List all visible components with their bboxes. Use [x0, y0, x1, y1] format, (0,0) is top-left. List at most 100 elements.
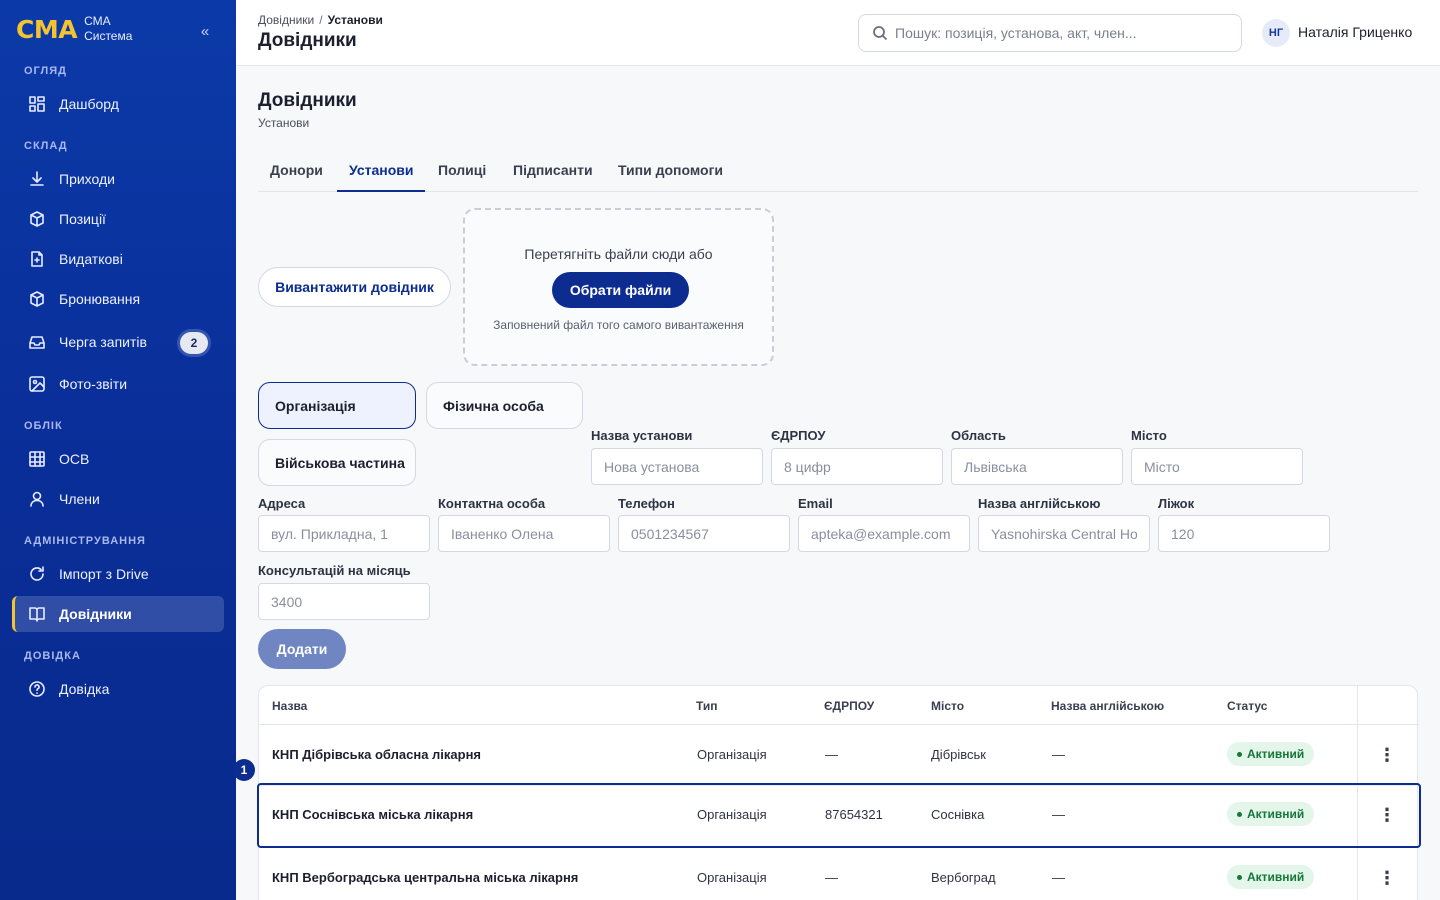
type-organization-button[interactable]: Організація: [258, 382, 416, 429]
row-menu-icon[interactable]: ⋮: [1375, 802, 1399, 828]
book-icon: [28, 605, 46, 623]
phone-input[interactable]: [618, 515, 790, 552]
tabs: Донори Установи Полиці Підписанти Типи д…: [258, 152, 1418, 192]
cell-name-en: —: [1052, 807, 1065, 822]
sidebar-item-directories[interactable]: Довідники: [12, 596, 224, 632]
box-icon: [28, 290, 46, 308]
choose-files-button[interactable]: Обрати файли: [552, 272, 689, 308]
refresh-icon: [28, 565, 46, 583]
sidebar-item-expenses[interactable]: Видаткові: [12, 241, 224, 277]
tab-institutions[interactable]: Установи: [337, 152, 426, 192]
cell-edrpou: 87654321: [825, 807, 883, 822]
avatar[interactable]: НГ: [1262, 19, 1290, 47]
sidebar-item-request-queue[interactable]: Черга запитів 2: [12, 324, 224, 360]
sidebar-item-label: Члени: [59, 491, 100, 507]
sidebar-item-photo-reports[interactable]: Фото-звіти: [12, 366, 224, 402]
user-name[interactable]: Наталія Гриценко: [1298, 24, 1412, 40]
cell-type: Організація: [697, 870, 767, 885]
sidebar-item-receipts[interactable]: Приходи: [12, 161, 224, 197]
region-label: Область: [951, 428, 1006, 443]
brand-logo: СМА: [16, 14, 78, 44]
grid-icon: [28, 95, 46, 113]
region-input[interactable]: [951, 448, 1123, 485]
header-status: Статус: [1227, 699, 1268, 713]
help-icon: [28, 680, 46, 698]
row-menu-icon[interactable]: ⋮: [1375, 742, 1399, 768]
table-row-selected[interactable]: КНП Соснівська міська лікарня Організаці…: [257, 783, 1421, 848]
sidebar-item-label: Довідка: [59, 681, 110, 697]
contact-input[interactable]: [438, 515, 610, 552]
sidebar-item-label: Приходи: [59, 171, 115, 187]
consults-input[interactable]: [258, 583, 430, 620]
name-en-input[interactable]: [978, 515, 1150, 552]
tab-signers[interactable]: Підписанти: [501, 152, 605, 192]
add-button[interactable]: Додати: [258, 629, 346, 669]
dropzone-text: Перетягніть файли сюди або: [524, 246, 713, 262]
email-input[interactable]: [798, 515, 970, 552]
section-admin: АДМІНІСТРУВАННЯ: [24, 535, 146, 547]
file-icon: [28, 250, 46, 268]
beds-input[interactable]: [1158, 515, 1330, 552]
cell-city: Вербоград: [931, 870, 996, 885]
type-individual-button[interactable]: Фізична особа: [426, 382, 583, 429]
tab-donors[interactable]: Донори: [258, 152, 335, 192]
table-row[interactable]: КНП Вербоградська центральна міська ліка…: [259, 848, 1419, 900]
table-row[interactable]: КНП Дібрівська обласна лікарня Організац…: [259, 725, 1419, 786]
topbar: Довідники / Установи Довідники НГ Наталія …: [236, 0, 1440, 66]
status-badge: Активний: [1227, 742, 1315, 766]
section-accounting: ОБЛІК: [24, 420, 63, 432]
file-dropzone[interactable]: Перетягніть файли сюди або Обрати файли …: [463, 208, 774, 366]
table-icon: [28, 450, 46, 468]
sidebar-item-label: Довідники: [59, 606, 132, 622]
sidebar-item-booking[interactable]: Бронювання: [12, 281, 224, 317]
sidebar: СМА СМА Система « ОГЛЯД Дашборд СКЛАД Пр…: [0, 0, 236, 900]
name-en-label: Назва англійською: [978, 496, 1101, 511]
user-icon: [28, 490, 46, 508]
tab-shelves[interactable]: Полиці: [426, 152, 498, 192]
cell-city: Дібрівськ: [931, 747, 986, 762]
box-icon: [28, 210, 46, 228]
selected-row-marker: 1: [233, 759, 255, 781]
name-input[interactable]: [591, 448, 763, 485]
sidebar-item-label: Дашборд: [59, 96, 119, 112]
cell-name-en: —: [1052, 747, 1065, 762]
cell-edrpou: —: [825, 747, 838, 762]
sidebar-item-label: Позиції: [59, 211, 106, 227]
cell-name: КНП Соснівська міська лікарня: [272, 807, 474, 822]
consults-label: Консультацій на місяць: [258, 563, 411, 578]
section-warehouse: СКЛАД: [24, 140, 68, 152]
sidebar-item-members[interactable]: Члени: [12, 481, 224, 517]
brand-text: СМА Система: [84, 14, 132, 44]
search-input[interactable]: [895, 25, 1225, 41]
beds-label: Ліжок: [1158, 496, 1195, 511]
row-menu-icon[interactable]: ⋮: [1375, 865, 1399, 891]
breadcrumb-root[interactable]: Довідники: [258, 13, 314, 27]
sidebar-item-positions[interactable]: Позиції: [12, 201, 224, 237]
address-label: Адреса: [258, 496, 306, 511]
header-city: Місто: [931, 699, 965, 713]
page-title: Довідники: [258, 90, 357, 111]
image-icon: [28, 375, 46, 393]
download-icon: [28, 170, 46, 188]
section-help: ДОВІДКА: [24, 650, 81, 662]
brand[interactable]: СМА СМА Система: [16, 14, 132, 44]
city-input[interactable]: [1131, 448, 1303, 485]
sidebar-item-dashboard[interactable]: Дашборд: [12, 86, 224, 122]
cell-name: КНП Дібрівська обласна лікарня: [272, 747, 482, 762]
sidebar-item-drive-import[interactable]: Імпорт з Drive: [12, 556, 224, 592]
brand-line-1: СМА: [84, 14, 111, 28]
city-label: Місто: [1131, 428, 1167, 443]
edrpou-input[interactable]: [771, 448, 943, 485]
tab-aid-types[interactable]: Типи допомоги: [606, 152, 735, 192]
address-input[interactable]: [258, 515, 430, 552]
breadcrumb: Довідники / Установи: [258, 13, 383, 27]
sidebar-item-osv[interactable]: ОСВ: [12, 441, 224, 477]
export-directory-button[interactable]: Вивантажити довідник: [258, 267, 451, 307]
search-box[interactable]: [858, 14, 1242, 52]
collapse-sidebar-icon[interactable]: «: [196, 22, 214, 42]
dropzone-note: Заповнений файл того самого вивантаження: [493, 318, 744, 332]
type-military-unit-button[interactable]: Військова частина: [258, 439, 416, 486]
cell-edrpou: —: [825, 870, 838, 885]
status-badge: Активний: [1227, 865, 1315, 889]
sidebar-item-help[interactable]: Довідка: [12, 671, 224, 707]
